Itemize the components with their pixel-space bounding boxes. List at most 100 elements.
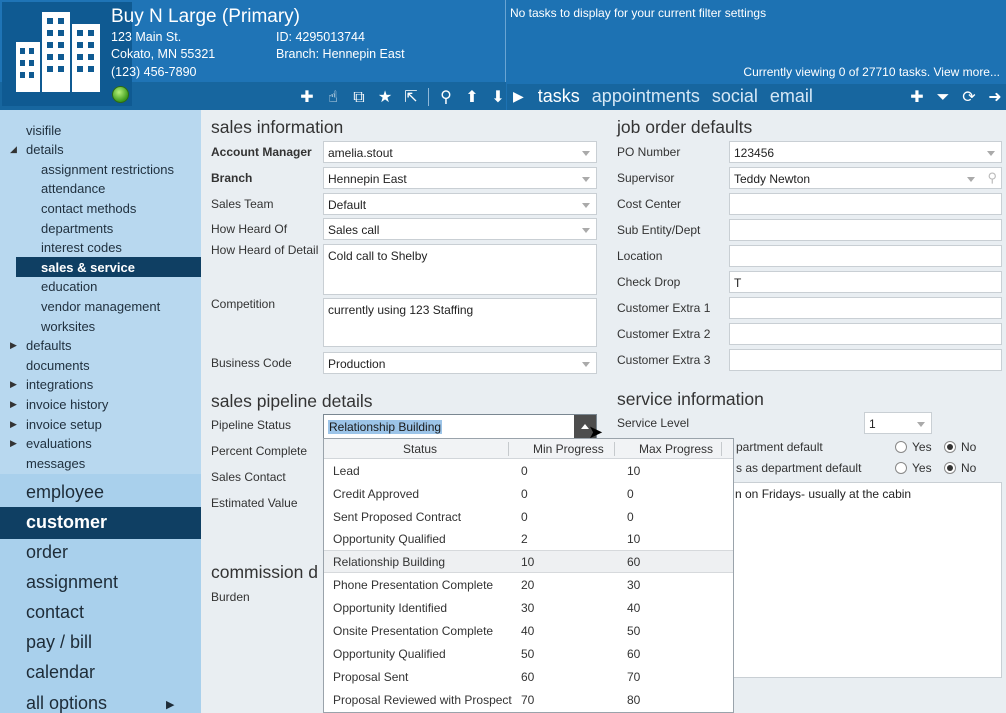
dropdown-option[interactable]: Opportunity Qualified 2 10 (324, 528, 733, 551)
dropdown-option[interactable]: Opportunity Qualified 50 60 (324, 643, 733, 666)
customer-extra1-input[interactable] (729, 297, 1002, 319)
tasks-actions: ✚ ⏷ ⟳ ➜ (908, 88, 1004, 106)
option-max: 0 (627, 510, 634, 524)
hand-pointer-icon[interactable]: ☝ (324, 88, 342, 106)
sales-team-label: Sales Team (211, 197, 274, 211)
sub-entity-label: Sub Entity/Dept (617, 223, 701, 237)
search-icon[interactable]: ⚲ (437, 88, 455, 106)
nav-assignment[interactable]: assignment (26, 572, 118, 593)
caret-right-icon[interactable]: ▶ (10, 341, 17, 351)
account-manager-select[interactable]: amelia.stout (323, 141, 597, 163)
po-number-select[interactable]: 123456 (729, 141, 1002, 163)
nav-all-options[interactable]: all options (26, 693, 107, 713)
external-link-icon[interactable]: ⇱ (402, 88, 420, 106)
plus-icon[interactable]: ✚ (298, 88, 316, 106)
yes-radio[interactable] (895, 462, 907, 474)
dropdown-option[interactable]: Opportunity Identified 30 40 (324, 597, 733, 620)
nav-order[interactable]: order (26, 542, 68, 563)
filter-icon[interactable]: ⏷ (934, 88, 952, 106)
caret-right-icon[interactable]: ▶ (10, 400, 17, 410)
how-heard-select[interactable]: Sales call (323, 218, 597, 240)
location-input[interactable] (729, 245, 1002, 267)
column-max-progress: Max Progress (639, 442, 714, 456)
sidebar-item-defaults[interactable]: defaults (26, 338, 72, 353)
dropdown-option[interactable]: Sent Proposed Contract 0 0 (324, 506, 733, 529)
customer-extra2-input[interactable] (729, 323, 1002, 345)
dropdown-option[interactable]: Proposal Reviewed with Prospect 70 80 (324, 689, 733, 712)
sidebar-item-vendor-management[interactable]: vendor management (41, 299, 160, 314)
sidebar-item-integrations[interactable]: integrations (26, 377, 93, 392)
sidebar-item-assignment-restrictions[interactable]: assignment restrictions (41, 162, 174, 177)
sidebar-item-visifile[interactable]: visifile (26, 123, 61, 138)
service-level-select[interactable]: 1 (864, 412, 932, 434)
arrow-down-icon[interactable]: ⬇ (489, 88, 507, 106)
nav-employee[interactable]: employee (26, 482, 104, 503)
business-code-select[interactable]: Production (323, 352, 597, 374)
supervisor-select[interactable]: Teddy Newton ⚲ (729, 167, 1002, 189)
how-heard-value: Sales call (328, 223, 380, 237)
branch-select[interactable]: Hennepin East (323, 167, 597, 189)
tab-appointments[interactable]: appointments (592, 86, 700, 107)
sidebar-item-evaluations[interactable]: evaluations (26, 436, 92, 451)
sidebar-item-education[interactable]: education (41, 279, 97, 294)
nav-calendar[interactable]: calendar (26, 662, 95, 683)
search-icon[interactable]: ⚲ (987, 170, 997, 186)
dropdown-option[interactable]: Proposal Sent 60 70 (324, 666, 733, 689)
chevron-down-icon (582, 228, 590, 233)
sub-entity-input[interactable] (729, 219, 1002, 241)
sidebar-item-departments[interactable]: departments (41, 221, 113, 236)
view-more-link[interactable]: Currently viewing 0 of 27710 tasks. View… (743, 65, 1000, 79)
no-tasks-message: No tasks to display for your current fil… (510, 6, 767, 20)
tab-tasks[interactable]: tasks (538, 86, 580, 107)
customer-extra3-input[interactable] (729, 349, 1002, 371)
dropdown-option[interactable]: Onsite Presentation Complete 40 50 (324, 620, 733, 643)
option-min: 0 (521, 510, 528, 524)
section-service-information: service information (617, 389, 764, 409)
check-drop-input[interactable]: T (729, 271, 1002, 293)
sidebar-item-interest-codes[interactable]: interest codes (41, 240, 122, 255)
option-max: 70 (627, 670, 641, 684)
sidebar-item-documents[interactable]: documents (26, 358, 90, 373)
dropdown-option[interactable]: Credit Approved 0 0 (324, 483, 733, 506)
caret-down-icon[interactable]: ◢ (10, 145, 17, 155)
sidebar-item-invoice-history[interactable]: invoice history (26, 397, 108, 412)
dropdown-option-selected[interactable]: Relationship Building 10 60 (324, 550, 733, 573)
dropdown-option[interactable]: Phone Presentation Complete 20 30 (324, 574, 733, 597)
caret-right-icon[interactable]: ▶ (10, 439, 17, 449)
nav-customer[interactable]: customer (26, 512, 107, 533)
caret-right-icon[interactable]: ▶ (10, 380, 17, 390)
arrow-up-icon[interactable]: ⬆ (463, 88, 481, 106)
nav-pay-bill[interactable]: pay / bill (26, 632, 92, 653)
no-radio[interactable] (944, 462, 956, 474)
arrow-right-icon[interactable]: ➜ (986, 88, 1004, 106)
caret-right-icon[interactable]: ▶ (10, 420, 17, 430)
sidebar-item-attendance[interactable]: attendance (41, 181, 105, 196)
sidebar-item-invoice-setup[interactable]: invoice setup (26, 417, 102, 432)
dropdown-option[interactable]: Lead 0 10 (324, 460, 733, 483)
nav-contact[interactable]: contact (26, 602, 84, 623)
puzzle-icon[interactable]: ⧉ (350, 88, 368, 106)
sidebar-item-contact-methods[interactable]: contact methods (41, 201, 136, 216)
plus-icon[interactable]: ✚ (908, 88, 926, 106)
column-status: Status (403, 442, 438, 456)
refresh-icon[interactable]: ⟳ (960, 88, 978, 106)
service-notes-textarea[interactable]: n on Fridays- usually at the cabin (729, 482, 1002, 678)
pipeline-status-select[interactable]: Relationship Building (323, 414, 597, 439)
no-radio[interactable] (944, 441, 956, 453)
sidebar-item-worksites[interactable]: worksites (41, 319, 95, 334)
cost-center-input[interactable] (729, 193, 1002, 215)
sales-team-select[interactable]: Default (323, 193, 597, 215)
sidebar-item-details[interactable]: details (26, 142, 64, 157)
tab-email[interactable]: email (770, 86, 813, 107)
caret-right-icon[interactable]: ▶ (166, 698, 174, 711)
sidebar-item-sales-service[interactable]: sales & service (41, 260, 135, 275)
yes-radio[interactable] (895, 441, 907, 453)
play-icon[interactable]: ▶ (513, 89, 524, 105)
sidebar-item-messages[interactable]: messages (26, 456, 85, 471)
competition-textarea[interactable]: currently using 123 Staffing (323, 298, 597, 347)
option-max: 60 (627, 647, 641, 661)
tab-social[interactable]: social (712, 86, 758, 107)
star-icon[interactable]: ★ (376, 88, 394, 106)
section-sales-pipeline: sales pipeline details (211, 391, 373, 411)
how-heard-detail-textarea[interactable]: Cold call to Shelby (323, 244, 597, 295)
